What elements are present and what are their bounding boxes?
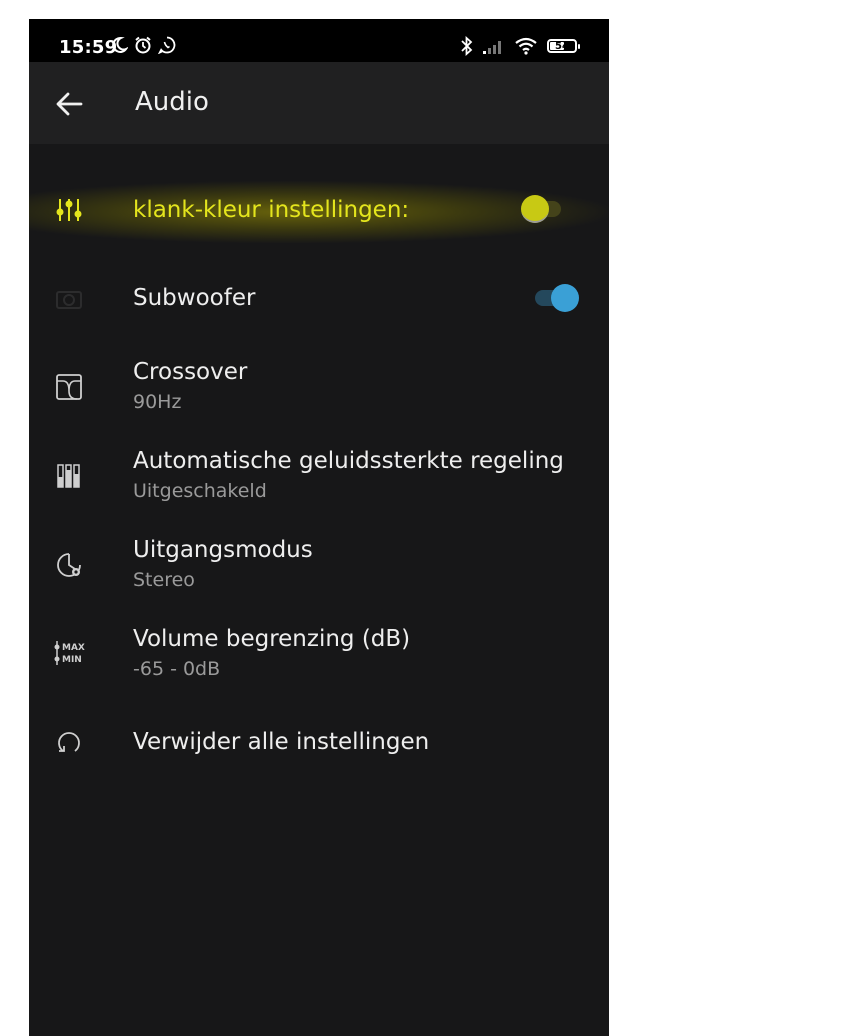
setting-subtitle: 90Hz <box>133 391 182 413</box>
subwoofer-toggle[interactable] <box>531 283 581 313</box>
battery-icon: 54 <box>547 39 580 53</box>
setting-title: Crossover <box>133 359 248 385</box>
phone-screen: 15:59 54 Audio klank-kleur instellingen:… <box>29 19 609 1036</box>
setting-subtitle: -65 - 0dB <box>133 658 221 680</box>
subwoofer-icon <box>56 291 82 309</box>
back-button[interactable] <box>55 90 85 118</box>
setting-title: klank-kleur instellingen: <box>133 197 410 223</box>
signal-icon <box>483 41 501 54</box>
status-time: 15:59 <box>59 37 118 58</box>
setting-subwoofer[interactable]: Subwoofer <box>29 275 609 325</box>
setting-title: Subwoofer <box>133 285 256 311</box>
arrow-left-icon <box>56 92 83 116</box>
moon-icon <box>112 36 128 53</box>
alarm-icon <box>135 36 151 54</box>
sound-color-toggle[interactable] <box>519 194 569 224</box>
setting-auto-volume[interactable]: Automatische geluidssterkte regeling Uit… <box>29 444 609 508</box>
whatsapp-icon <box>158 36 176 54</box>
page-title: Audio <box>135 87 209 117</box>
setting-title: Automatische geluidssterkte regeling <box>133 448 564 474</box>
setting-title: Uitgangsmodus <box>133 537 313 563</box>
battery-level: 54 <box>555 40 569 52</box>
equalizer-icon <box>56 199 82 221</box>
status-icons-right: 54 <box>460 36 580 56</box>
app-bar: Audio <box>29 62 609 144</box>
wifi-icon <box>515 37 537 55</box>
bluetooth-icon <box>461 36 473 56</box>
status-icons-left <box>110 36 176 54</box>
setting-title: Verwijder alle instellingen <box>133 729 430 755</box>
setting-title: Volume begrenzing (dB) <box>133 626 411 652</box>
setting-volume-limit[interactable]: MAX MIN Volume begrenzing (dB) -65 - 0dB <box>29 622 609 686</box>
setting-sound-color[interactable]: klank-kleur instellingen: <box>29 187 609 237</box>
crossover-icon <box>56 374 82 400</box>
setting-subtitle: Uitgeschakeld <box>133 480 267 502</box>
setting-crossover[interactable]: Crossover 90Hz <box>29 355 609 419</box>
output-mode-icon <box>57 553 81 577</box>
volume-limit-icon: MAX MIN <box>53 640 87 668</box>
status-bar: 15:59 54 <box>29 19 609 62</box>
icon-label-min: MIN <box>62 655 82 665</box>
setting-subtitle: Stereo <box>133 569 195 591</box>
loudness-icon <box>57 464 80 488</box>
setting-reset-all[interactable]: Verwijder alle instellingen <box>29 719 609 769</box>
icon-label-max: MAX <box>62 643 85 653</box>
reset-icon <box>58 732 80 752</box>
setting-output-mode[interactable]: Uitgangsmodus Stereo <box>29 533 609 597</box>
